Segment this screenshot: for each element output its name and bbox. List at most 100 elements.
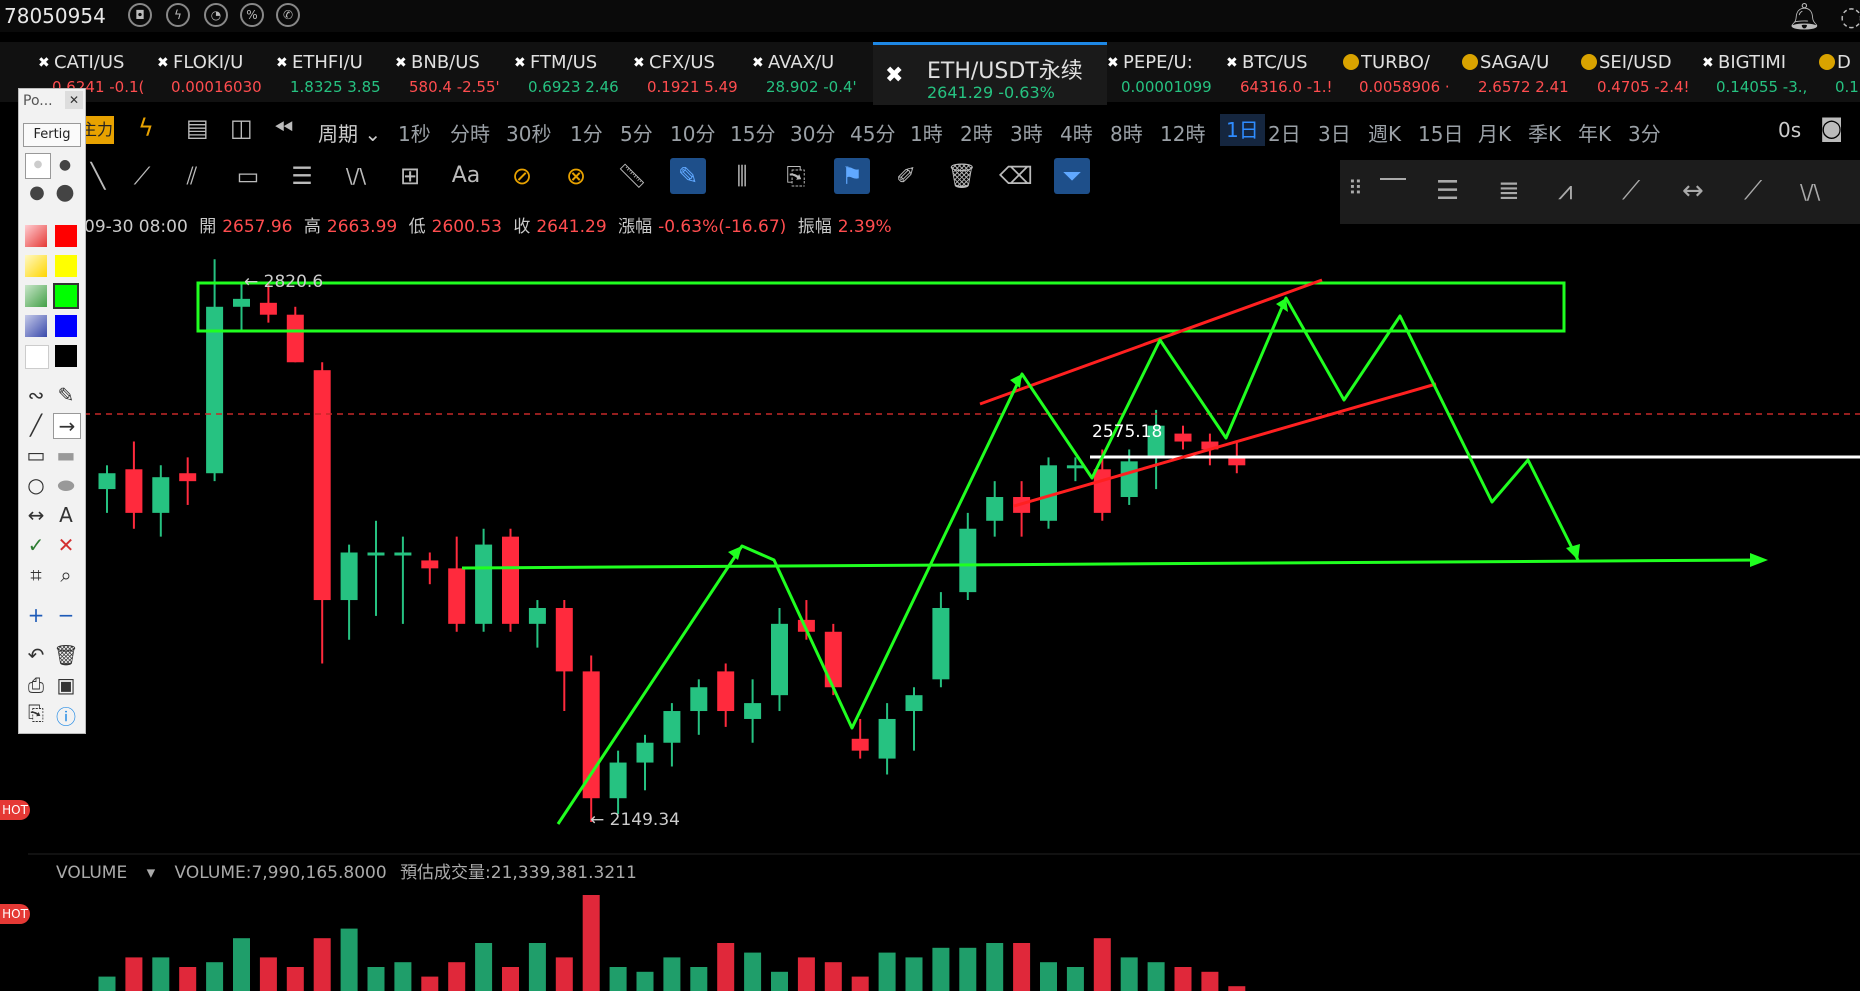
gauge-icon[interactable]: ◔ — [204, 3, 228, 27]
rect-outline-icon[interactable]: ▭ — [23, 443, 49, 467]
period-10分[interactable]: 10分 — [670, 118, 715, 147]
diagonal-icon[interactable]: ⟋ — [1622, 176, 1640, 207]
wave-icon[interactable]: \/\ — [1800, 180, 1820, 204]
ellipse-outline-icon[interactable]: ○ — [23, 473, 49, 497]
period-8時[interactable]: 8時 — [1110, 118, 1143, 147]
plus-icon[interactable]: + — [23, 603, 49, 627]
cross-icon[interactable]: ✕ — [53, 533, 79, 557]
period-30分[interactable]: 30分 — [790, 118, 835, 147]
period-1日[interactable]: 1日 — [1220, 114, 1265, 146]
check-icon[interactable]: ✓ — [23, 533, 49, 557]
tab-floki-u[interactable]: ✖ FLOKI/U 0.00016030 — [157, 42, 281, 102]
eraser-icon[interactable]: ⌫ — [998, 158, 1034, 194]
fib-icon[interactable]: ≣ — [1498, 176, 1520, 206]
close-icon[interactable]: ✕ — [65, 91, 83, 109]
period-5分[interactable]: 5分 — [620, 118, 653, 147]
tab-btc-us[interactable]: ✖ BTC/US 64316.0 -1.! — [1226, 42, 1350, 102]
delete-icon[interactable]: 🗑︎ — [53, 643, 79, 667]
color-light-yellow[interactable] — [25, 255, 47, 277]
horizontal-ray-icon[interactable]: ⎺ — [1380, 176, 1406, 207]
period-1分[interactable]: 1分 — [570, 118, 603, 147]
magnet-icon[interactable]: ⊘ — [504, 158, 540, 194]
bell-icon[interactable]: 🔔︎ — [1788, 2, 1821, 32]
text-icon[interactable]: A — [53, 503, 79, 527]
period-30秒[interactable]: 30秒 — [506, 118, 551, 147]
period-月K[interactable]: 月K — [1478, 118, 1511, 147]
volume-indicator-label[interactable]: VOLUME — [56, 863, 127, 883]
rewind-icon[interactable]: ⏪︎ — [274, 114, 293, 142]
tab-turbo-[interactable]: TURBO/0.0058906 · — [1343, 42, 1469, 102]
tab-avax-u[interactable]: ✖ AVAX/U 28.902 -0.4' — [752, 42, 876, 102]
period-週K[interactable]: 週K — [1368, 118, 1401, 147]
edit-icon[interactable]: ✐ — [888, 158, 924, 194]
chevron-down-icon[interactable]: ▾ — [147, 863, 156, 883]
tab-sei-usd[interactable]: SEI/USD 0.4705 -2.4! — [1581, 42, 1707, 102]
dot-medium-icon[interactable]: ● — [53, 153, 77, 177]
ruler-icon[interactable]: 📏︎ — [614, 158, 650, 194]
undo-icon[interactable]: ↶ — [23, 643, 49, 667]
period-年K[interactable]: 年K — [1578, 118, 1611, 147]
layout-icon[interactable]: ◫ — [230, 114, 253, 142]
color-light-red[interactable] — [25, 225, 47, 247]
hlines-icon[interactable]: ☰ — [1436, 176, 1459, 206]
robot-icon[interactable]: ◘ — [128, 3, 152, 27]
period-12時[interactable]: 12時 — [1160, 118, 1205, 147]
period-45分[interactable]: 45分 — [850, 118, 895, 147]
trash-icon[interactable]: 🗑︎ — [944, 158, 980, 194]
rectangle-tool-icon[interactable]: ▭ — [230, 158, 266, 194]
copy-icon[interactable]: ⎘ — [23, 701, 49, 725]
info-icon[interactable]: ⓘ — [53, 701, 79, 730]
zoom-icon[interactable]: ⌕ — [53, 563, 79, 587]
done-button[interactable]: Fertig — [23, 123, 81, 147]
line-tool-icon[interactable]: ⟋ — [124, 158, 160, 194]
color-light-blue[interactable] — [25, 315, 47, 337]
levels-tool-icon[interactable]: ☰ — [284, 158, 320, 194]
phone-icon[interactable]: ✆ — [276, 3, 300, 27]
draw-mode-icon[interactable]: ✎ — [670, 158, 706, 194]
tab-bigtimi[interactable]: ✖ BIGTIMI 0.14055 -3., — [1702, 42, 1826, 102]
period-2時[interactable]: 2時 — [960, 118, 993, 147]
pen-icon[interactable]: ✎ — [53, 383, 79, 407]
print-icon[interactable]: ⎙ — [23, 673, 49, 697]
extended-line-icon[interactable]: ⟋ — [1744, 176, 1762, 207]
color-yellow[interactable] — [55, 255, 77, 277]
measure-box-icon[interactable]: ⊞ — [392, 158, 428, 194]
tab-saga-u[interactable]: SAGA/U 2.6572 2.41 — [1462, 42, 1588, 102]
rect-fill-icon[interactable]: ▬ — [53, 443, 79, 467]
color-black[interactable] — [55, 345, 77, 367]
trend-angle-icon[interactable]: ⩘ — [1558, 176, 1573, 207]
dot-large-icon[interactable]: ● — [25, 181, 49, 205]
dot-xlarge-icon[interactable]: ● — [53, 181, 77, 205]
color-light-green[interactable] — [25, 285, 47, 307]
tab-cfx-us[interactable]: ✖ CFX/US 0.1921 5.49 — [633, 42, 757, 102]
period-分時[interactable]: 分時 — [450, 118, 490, 147]
candle-mode-icon[interactable]: ⫼ — [724, 158, 760, 194]
color-white[interactable] — [25, 345, 49, 369]
arrow-icon[interactable]: → — [53, 413, 81, 439]
calendar-icon[interactable]: ▤ — [186, 114, 209, 142]
color-green[interactable] — [53, 283, 79, 309]
tab-pepe-u-[interactable]: ✖ PEPE/U: 0.00001099 — [1107, 42, 1231, 102]
price-range-icon[interactable]: ↔ — [1682, 176, 1704, 206]
tab-eth-usdt-[interactable]: ✖ ETH/USDT永续 2641.29 -0.63% — [873, 42, 1107, 105]
period-15分[interactable]: 15分 — [730, 118, 775, 147]
period-3日[interactable]: 3日 — [1318, 118, 1351, 147]
tab-bnb-us[interactable]: ✖ BNB/US 580.4 -2.55' — [395, 42, 519, 102]
tab-d[interactable]: D 0.122 — [1819, 42, 1860, 102]
discount-icon[interactable]: % — [240, 3, 264, 27]
color-red[interactable] — [55, 225, 77, 247]
period-3時[interactable]: 3時 — [1010, 118, 1043, 147]
parallel-tool-icon[interactable]: ⫽ — [174, 158, 210, 194]
hot-badge[interactable]: HOT — [0, 904, 30, 924]
double-arrow-icon[interactable]: ↔ — [23, 503, 49, 527]
flash-icon[interactable]: ϟ — [138, 114, 154, 142]
period-4時[interactable]: 4時 — [1060, 118, 1093, 147]
color-blue[interactable] — [55, 315, 77, 337]
minus-icon[interactable]: − — [53, 603, 79, 627]
save-icon[interactable]: ▣ — [53, 673, 79, 697]
camera-icon[interactable]: ◙ — [1820, 114, 1843, 142]
freehand-icon[interactable]: ∾ — [23, 383, 49, 407]
tab-ethfi-u[interactable]: ✖ ETHFI/U 1.8325 3.85 — [276, 42, 400, 102]
text-tool-icon[interactable]: Aa — [448, 158, 484, 194]
filter-icon[interactable]: ⏷ — [1054, 158, 1090, 194]
